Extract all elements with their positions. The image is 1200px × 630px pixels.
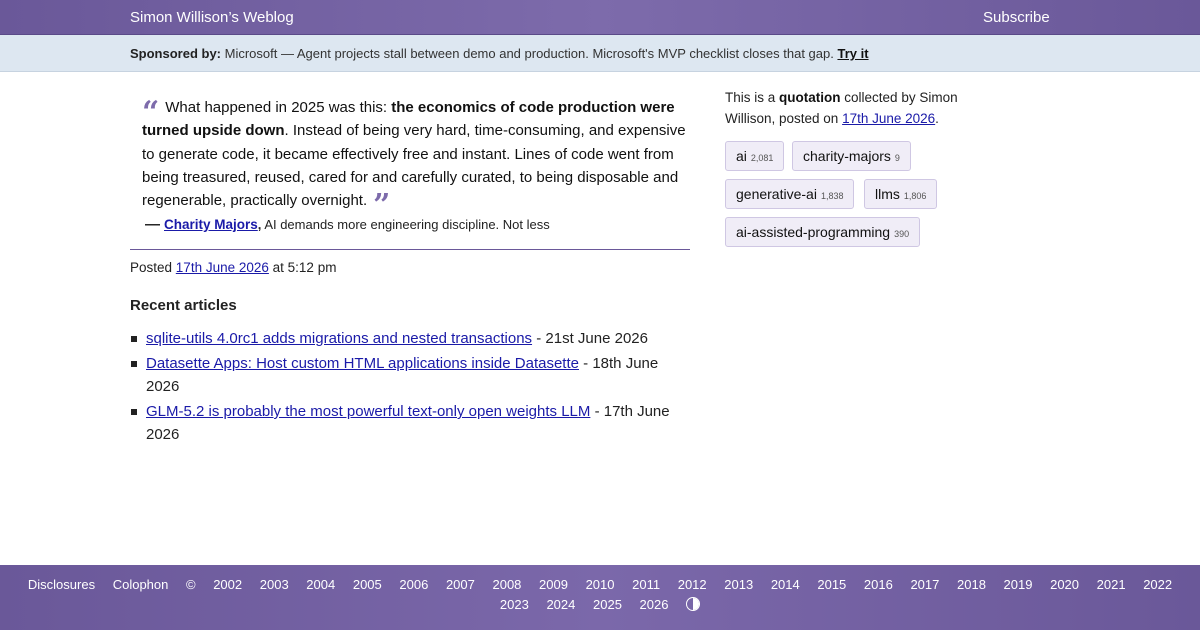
footer-year-link[interactable]: 2007 <box>446 575 475 595</box>
footer-year-link[interactable]: 2020 <box>1050 575 1079 595</box>
tag-ai[interactable]: ai 2,081 <box>725 141 785 171</box>
tag-count: 1,806 <box>903 191 927 201</box>
tag-llms[interactable]: llms 1,806 <box>864 179 938 209</box>
tag-count: 9 <box>894 153 900 163</box>
tag-name: ai <box>736 148 747 164</box>
list-item: GLM-5.2 is probably the most powerful te… <box>130 400 690 446</box>
recent-article-link[interactable]: sqlite-utils 4.0rc1 adds migrations and … <box>146 330 532 347</box>
footer-year-link[interactable]: 2026 <box>640 595 669 615</box>
tag-count: 2,081 <box>750 153 774 163</box>
sponsor-label: Sponsored by: <box>130 46 222 61</box>
about-end: . <box>935 111 939 126</box>
tag-count: 1,838 <box>820 191 844 201</box>
footer-year-link[interactable]: 2008 <box>492 575 521 595</box>
footer-year-link[interactable]: 2021 <box>1097 575 1126 595</box>
subscribe-link[interactable]: Subscribe <box>983 9 1050 26</box>
quote-citation: — Charity Majors, AI demands more enginee… <box>145 216 550 233</box>
footer-year-link[interactable]: 2006 <box>399 575 428 595</box>
posted-time: at 5:12 pm <box>272 260 337 275</box>
footer-year-link[interactable]: 2016 <box>864 575 893 595</box>
tag-name: llms <box>875 186 900 202</box>
about-type: quotation <box>779 90 841 105</box>
tag-name: generative-ai <box>736 186 817 202</box>
about-date-link[interactable]: 17th June 2026 <box>842 111 935 126</box>
footer-year-link[interactable]: 2002 <box>213 575 242 595</box>
footer-year-link[interactable]: 2019 <box>1004 575 1033 595</box>
tag-charity-majors[interactable]: charity-majors 9 <box>792 141 911 171</box>
footer-year-link[interactable]: 2025 <box>593 595 622 615</box>
about-prefix: This is a <box>725 90 776 105</box>
posted-prefix: Posted <box>130 260 173 275</box>
posted-line: Posted 17th June 2026 at 5:12 pm <box>130 260 336 275</box>
footer-year-link[interactable]: 2023 <box>500 595 529 615</box>
sponsor-try-it-link[interactable]: Try it <box>837 46 868 61</box>
tag-count: 390 <box>894 229 910 239</box>
footer-year-link[interactable]: 2024 <box>546 595 575 615</box>
footer-year-link[interactable]: 2010 <box>586 575 615 595</box>
footer-year-link[interactable]: 2012 <box>678 575 707 595</box>
list-item: sqlite-utils 4.0rc1 adds migrations and … <box>130 327 690 350</box>
sponsor-text: Microsoft — Agent projects stall between… <box>224 46 834 61</box>
cite-dash: — <box>145 216 160 233</box>
footer-year-link[interactable]: 2004 <box>306 575 335 595</box>
entry-about: This is a quotation collected by Simon W… <box>725 87 995 129</box>
site-title-link[interactable]: Simon Willison’s Weblog <box>130 9 294 26</box>
footer-year-link[interactable]: 2011 <box>632 575 660 595</box>
footer-disclosures-link[interactable]: Disclosures <box>28 575 95 595</box>
recent-articles-list: sqlite-utils 4.0rc1 adds migrations and … <box>130 327 690 448</box>
footer-colophon-link[interactable]: Colophon <box>113 575 169 595</box>
footer-year-link[interactable]: 2005 <box>353 575 382 595</box>
recent-article-link[interactable]: Datasette Apps: Host custom HTML applica… <box>146 355 579 372</box>
footer-year-link[interactable]: 2015 <box>817 575 846 595</box>
footer-copyright: © <box>185 577 196 592</box>
contrast-icon[interactable] <box>686 597 701 611</box>
sponsor-line: Sponsored by: Microsoft — Agent projects… <box>130 46 869 61</box>
recent-articles-heading: Recent articles <box>130 297 237 314</box>
divider <box>130 249 690 250</box>
footer-year-link[interactable]: 2003 <box>260 575 289 595</box>
open-quote-icon: “ <box>142 95 160 130</box>
recent-article-link[interactable]: GLM-5.2 is probably the most powerful te… <box>146 403 590 420</box>
sponsor-banner: Sponsored by: Microsoft — Agent projects… <box>0 35 1200 72</box>
site-header: Simon Willison’s Weblog Subscribe <box>0 0 1200 35</box>
footer-year-link[interactable]: 2022 <box>1143 575 1172 595</box>
posted-date-link[interactable]: 17th June 2026 <box>176 260 269 275</box>
tag-generative-ai[interactable]: generative-ai 1,838 <box>725 179 855 209</box>
list-item: Datasette Apps: Host custom HTML applica… <box>130 352 690 398</box>
cite-source: AI demands more engineering discipline. … <box>264 217 550 232</box>
quote-text-before: What happened in 2025 was this: <box>165 99 392 116</box>
recent-article-date: - 21st June 2026 <box>536 330 648 347</box>
footer-year-link[interactable]: 2014 <box>771 575 800 595</box>
tag-name: ai-assisted-programming <box>736 224 891 240</box>
quotation: “What happened in 2025 was this: the eco… <box>142 95 694 221</box>
tag-ai-assisted-programming[interactable]: ai-assisted-programming 390 <box>725 217 921 247</box>
footer-year-link[interactable]: 2009 <box>539 575 568 595</box>
footer-year-link[interactable]: 2017 <box>910 575 939 595</box>
site-footer: Disclosures Colophon © 2002 2003 2004 20… <box>0 565 1200 630</box>
author-link[interactable]: Charity Majors <box>164 217 258 232</box>
footer-links: Disclosures Colophon © 2002 2003 2004 20… <box>0 575 1200 615</box>
footer-year-link[interactable]: 2018 <box>957 575 986 595</box>
tag-name: charity-majors <box>803 148 891 164</box>
footer-year-link[interactable]: 2013 <box>724 575 753 595</box>
